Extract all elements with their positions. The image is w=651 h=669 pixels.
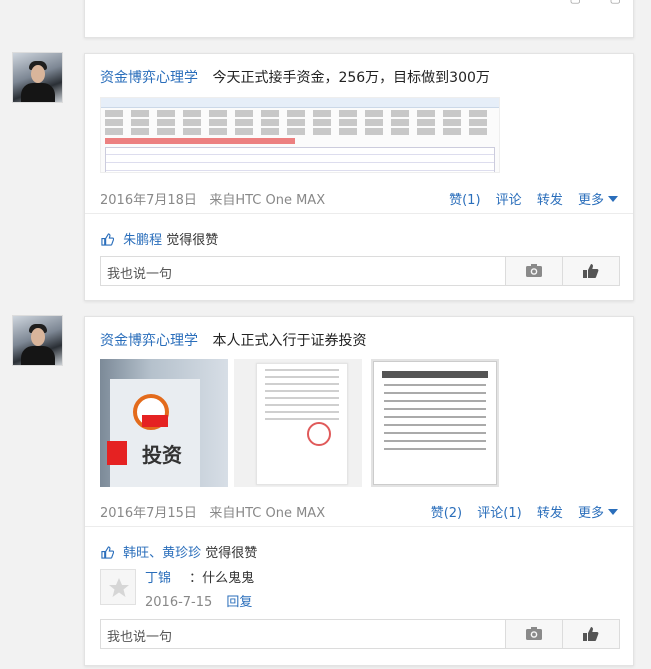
comment-meta: 2016-7-15 回复: [145, 591, 252, 610]
camera-icon[interactable]: ▢: [570, 0, 581, 5]
more-link[interactable]: 更多: [578, 193, 618, 208]
liker-names[interactable]: 朱鹏程: [123, 233, 162, 248]
like-button[interactable]: [562, 620, 619, 648]
post-card: 资金博弈心理学 本人正式入行于证券投资 投资 2016年7月15日 来自HTC …: [84, 316, 634, 666]
author-avatar[interactable]: [12, 315, 63, 366]
document-image[interactable]: [234, 359, 362, 487]
comment-date: 2016-7-15: [145, 595, 213, 610]
default-avatar-icon: [109, 578, 129, 597]
forward-link[interactable]: 转发: [537, 506, 563, 521]
office-photo-image[interactable]: 投资: [100, 359, 228, 487]
more-link[interactable]: 更多: [578, 506, 618, 521]
divider: [85, 213, 633, 214]
author-link[interactable]: 资金博弈心理学: [100, 70, 198, 86]
reply-input[interactable]: 我也说一句: [100, 256, 620, 286]
post-content: 今天正式接手资金，256万，目标做到300万: [212, 70, 490, 86]
post-date: 2016年7月18日: [100, 193, 197, 208]
camera-icon: [526, 264, 542, 277]
post-header: 资金博弈心理学 今天正式接手资金，256万，目标做到300万: [100, 67, 490, 87]
thumbs-up-icon: [583, 627, 599, 641]
feed: ▢ ▢ 资金博弈心理学 今天正式接手资金，256万，目标做到300万 2016年…: [0, 0, 651, 669]
post-actions: 赞(1) 评论 转发 更多: [438, 189, 618, 208]
thumbs-up-icon: [583, 264, 599, 278]
post-date: 2016年7月15日: [100, 506, 197, 521]
post-content: 本人正式入行于证券投资: [212, 333, 367, 349]
reply-placeholder: 我也说一句: [107, 267, 173, 282]
certificate-image[interactable]: [371, 359, 499, 487]
post-source: 来自HTC One MAX: [209, 506, 326, 521]
like-link[interactable]: 赞(2): [431, 506, 462, 521]
author-avatar[interactable]: [12, 52, 63, 103]
thumbs-up-icon[interactable]: ▢: [610, 0, 621, 5]
likes-row: 朱鹏程 觉得很赞: [101, 229, 218, 248]
likes-row: 韩旺、黄珍珍 觉得很赞: [101, 542, 257, 561]
likes-suffix: 觉得很赞: [166, 233, 219, 248]
post-actions: 赞(2) 评论(1) 转发 更多: [420, 502, 618, 521]
divider: [85, 526, 633, 527]
camera-button[interactable]: [505, 257, 562, 285]
author-link[interactable]: 资金博弈心理学: [100, 333, 198, 349]
forward-link[interactable]: 转发: [537, 193, 563, 208]
likes-suffix: 觉得很赞: [205, 546, 258, 561]
camera-button[interactable]: [505, 620, 562, 648]
reply-input[interactable]: 我也说一句: [100, 619, 620, 649]
camera-icon: [526, 627, 542, 640]
comment-link[interactable]: 评论: [496, 193, 522, 208]
post-card: 资金博弈心理学 今天正式接手资金，256万，目标做到300万 2016年7月18…: [84, 53, 634, 301]
reply-placeholder: 我也说一句: [107, 630, 173, 645]
thumbs-up-icon: [101, 233, 114, 246]
previous-post-card: ▢ ▢: [84, 0, 634, 38]
commenter-name[interactable]: 丁锦: [145, 571, 171, 586]
post-meta: 2016年7月18日 来自HTC One MAX: [100, 189, 325, 208]
trading-screenshot-image[interactable]: [100, 97, 500, 173]
comment-link[interactable]: 评论(1): [477, 506, 521, 521]
post-header: 资金博弈心理学 本人正式入行于证券投资: [100, 330, 366, 350]
reply-link[interactable]: 回复: [226, 595, 252, 610]
commenter-avatar[interactable]: [100, 569, 136, 605]
liker-names[interactable]: 韩旺、黄珍珍: [123, 546, 201, 561]
chevron-down-icon: [608, 509, 618, 515]
like-button[interactable]: [562, 257, 619, 285]
post-source: 来自HTC One MAX: [209, 193, 326, 208]
like-link[interactable]: 赞(1): [449, 193, 480, 208]
comment: 丁锦 ：什么鬼鬼: [145, 567, 254, 586]
post-meta: 2016年7月15日 来自HTC One MAX: [100, 502, 325, 521]
comment-text: ：什么鬼鬼: [189, 571, 255, 586]
chevron-down-icon: [608, 196, 618, 202]
thumbs-up-icon: [101, 546, 114, 559]
